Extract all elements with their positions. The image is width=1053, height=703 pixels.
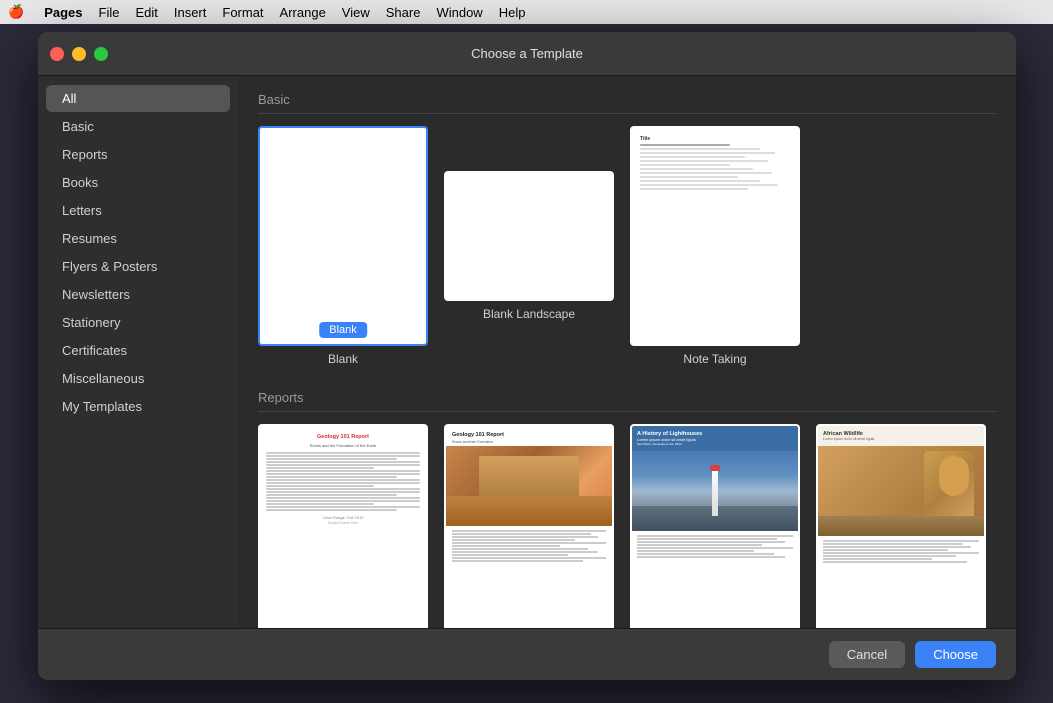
templates-area: Basic Blank Blank Blank Landscape — [238, 76, 1016, 628]
bottom-bar: Cancel Choose — [38, 628, 1016, 680]
sidebar-item-miscellaneous[interactable]: Miscellaneous — [46, 365, 230, 392]
cancel-button[interactable]: Cancel — [829, 641, 905, 668]
note-taking-label: Note Taking — [683, 352, 746, 366]
menu-edit[interactable]: Edit — [135, 5, 157, 20]
template-blank[interactable]: Blank Blank — [258, 126, 428, 366]
minimize-button[interactable] — [72, 47, 86, 61]
menu-share[interactable]: Share — [386, 5, 421, 20]
main-content: All Basic Reports Books Letters Resumes … — [38, 76, 1016, 628]
visual-report-thumb: African Wildlife Lorem ipsum dolor sit a… — [816, 424, 986, 628]
template-school-report[interactable]: A History of Lighthouses Lorem ipsum dol… — [630, 424, 800, 628]
template-note-taking[interactable]: Title — [630, 126, 800, 366]
basic-section-title: Basic — [258, 92, 996, 114]
blank-landscape-thumb — [444, 171, 614, 301]
sidebar-item-basic[interactable]: Basic — [46, 113, 230, 140]
template-visual-report[interactable]: African Wildlife Lorem ipsum dolor sit a… — [816, 424, 986, 628]
essay-thumb: Geology 101 Report Rocks and the Formati… — [258, 424, 428, 628]
school-report-thumb: A History of Lighthouses Lorem ipsum dol… — [630, 424, 800, 628]
template-chooser-window: Choose a Template All Basic Reports Book… — [38, 32, 1016, 680]
blank-portrait-preview — [260, 128, 426, 344]
note-taking-thumb: Title — [630, 126, 800, 346]
basic-templates-grid: Blank Blank Blank Landscape Title — [258, 126, 996, 366]
visual-report-preview: African Wildlife Lorem ipsum dolor sit a… — [818, 426, 984, 628]
menu-format[interactable]: Format — [222, 5, 263, 20]
template-essay[interactable]: Geology 101 Report Rocks and the Formati… — [258, 424, 428, 628]
reports-templates-grid: Geology 101 Report Rocks and the Formati… — [258, 424, 996, 628]
sidebar-item-resumes[interactable]: Resumes — [46, 225, 230, 252]
menu-view[interactable]: View — [342, 5, 370, 20]
sidebar-item-flyers-posters[interactable]: Flyers & Posters — [46, 253, 230, 280]
menu-pages[interactable]: Pages — [44, 5, 82, 20]
visual-report-image — [818, 446, 984, 536]
menu-bar: 🍎 Pages File Edit Insert Format Arrange … — [0, 0, 1053, 24]
note-taking-preview: Title — [632, 128, 798, 344]
sidebar-item-reports[interactable]: Reports — [46, 141, 230, 168]
blank-landscape-label: Blank Landscape — [483, 307, 575, 321]
window-title: Choose a Template — [471, 46, 583, 61]
blank-label: Blank — [328, 352, 358, 366]
sidebar: All Basic Reports Books Letters Resumes … — [38, 76, 238, 628]
close-button[interactable] — [50, 47, 64, 61]
window-controls — [50, 47, 108, 61]
term-paper-thumb: Geology 101 Report Rocks and their Forma… — [444, 424, 614, 628]
sidebar-item-newsletters[interactable]: Newsletters — [46, 281, 230, 308]
sidebar-item-stationery[interactable]: Stationery — [46, 309, 230, 336]
blank-badge: Blank — [319, 322, 367, 338]
menu-arrange[interactable]: Arrange — [280, 5, 326, 20]
term-paper-preview: Geology 101 Report Rocks and their Forma… — [446, 426, 612, 628]
choose-button[interactable]: Choose — [915, 641, 996, 668]
template-term-paper[interactable]: Geology 101 Report Rocks and their Forma… — [444, 424, 614, 628]
sidebar-item-books[interactable]: Books — [46, 169, 230, 196]
sidebar-item-certificates[interactable]: Certificates — [46, 337, 230, 364]
menu-file[interactable]: File — [99, 5, 120, 20]
maximize-button[interactable] — [94, 47, 108, 61]
template-blank-landscape[interactable]: Blank Landscape — [444, 126, 614, 366]
sidebar-item-my-templates[interactable]: My Templates — [46, 393, 230, 420]
title-bar: Choose a Template — [38, 32, 1016, 76]
essay-preview: Geology 101 Report Rocks and the Formati… — [260, 426, 426, 628]
sidebar-item-letters[interactable]: Letters — [46, 197, 230, 224]
term-paper-image — [446, 446, 612, 526]
sidebar-item-all[interactable]: All — [46, 85, 230, 112]
menu-window[interactable]: Window — [436, 5, 482, 20]
school-report-preview: A History of Lighthouses Lorem ipsum dol… — [632, 426, 798, 628]
school-report-image — [632, 451, 798, 531]
blank-thumb: Blank — [258, 126, 428, 346]
blank-landscape-preview — [446, 173, 612, 299]
apple-menu[interactable]: 🍎 — [8, 4, 24, 20]
menu-help[interactable]: Help — [499, 5, 526, 20]
menu-insert[interactable]: Insert — [174, 5, 207, 20]
reports-section-title: Reports — [258, 390, 996, 412]
